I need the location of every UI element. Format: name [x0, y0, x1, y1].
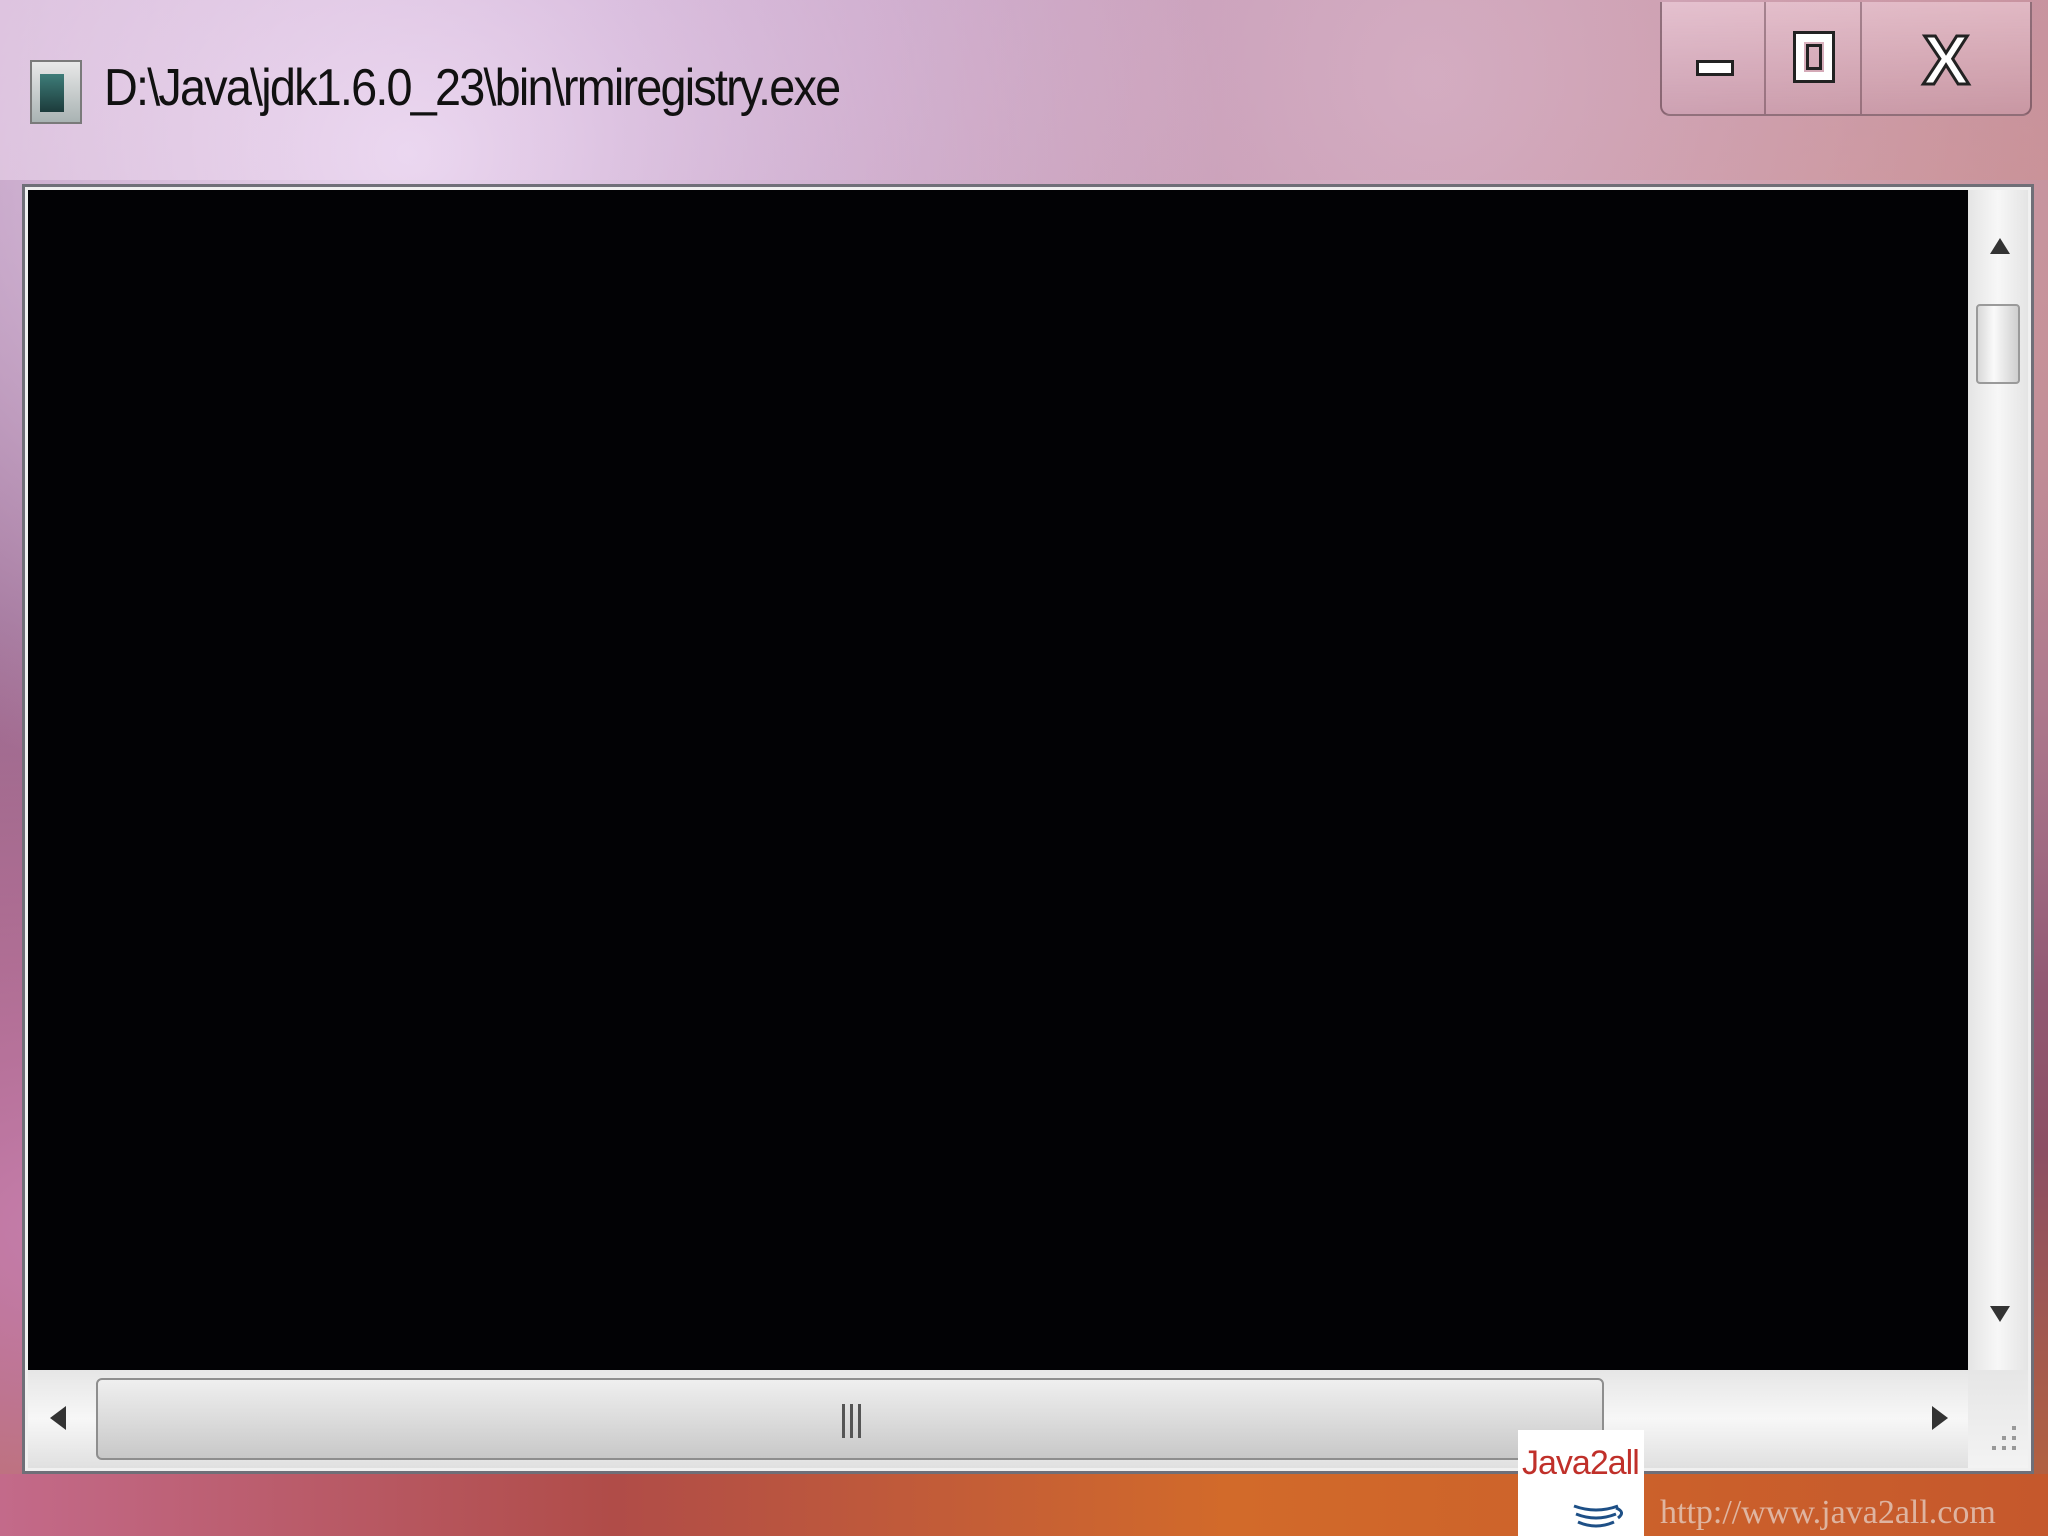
- logo-text: Java2all: [1522, 1444, 1640, 1482]
- resize-grip-icon[interactable]: [1968, 1370, 2028, 1468]
- close-icon: X: [1921, 20, 1971, 101]
- minimize-button[interactable]: [1662, 2, 1766, 114]
- minimize-icon: [1696, 60, 1734, 76]
- java-cup-icon: [1573, 1504, 1623, 1528]
- console-output-area[interactable]: [28, 190, 1968, 1370]
- horizontal-scrollbar[interactable]: [28, 1370, 1968, 1468]
- window-title: D:\Java\jdk1.6.0_23\bin\rmiregistry.exe: [104, 59, 841, 117]
- close-button[interactable]: X: [1862, 2, 2030, 114]
- scroll-left-arrow-icon[interactable]: [50, 1406, 66, 1430]
- title-bar[interactable]: D:\Java\jdk1.6.0_23\bin\rmiregistry.exe …: [0, 0, 2048, 180]
- caption-buttons: X: [1660, 2, 2032, 116]
- thumb-grip-icon: [850, 1404, 853, 1438]
- vertical-scrollbar[interactable]: [1968, 190, 2028, 1370]
- console-window: D:\Java\jdk1.6.0_23\bin\rmiregistry.exe …: [0, 0, 2048, 1536]
- vertical-scroll-thumb[interactable]: [1976, 304, 2020, 384]
- maximize-icon: [1793, 31, 1835, 83]
- scroll-down-arrow-icon[interactable]: [1990, 1306, 2010, 1322]
- watermark-url: http://www.java2all.com: [1660, 1494, 1996, 1531]
- java2all-logo: Java2all: [1518, 1430, 1644, 1536]
- scroll-up-arrow-icon[interactable]: [1990, 238, 2010, 254]
- console-app-icon[interactable]: [30, 60, 82, 124]
- scroll-right-arrow-icon[interactable]: [1932, 1406, 1948, 1430]
- horizontal-scroll-thumb[interactable]: [96, 1378, 1604, 1460]
- maximize-button[interactable]: [1766, 2, 1862, 114]
- thumb-grip-icon: [858, 1404, 861, 1438]
- thumb-grip-icon: [842, 1404, 845, 1438]
